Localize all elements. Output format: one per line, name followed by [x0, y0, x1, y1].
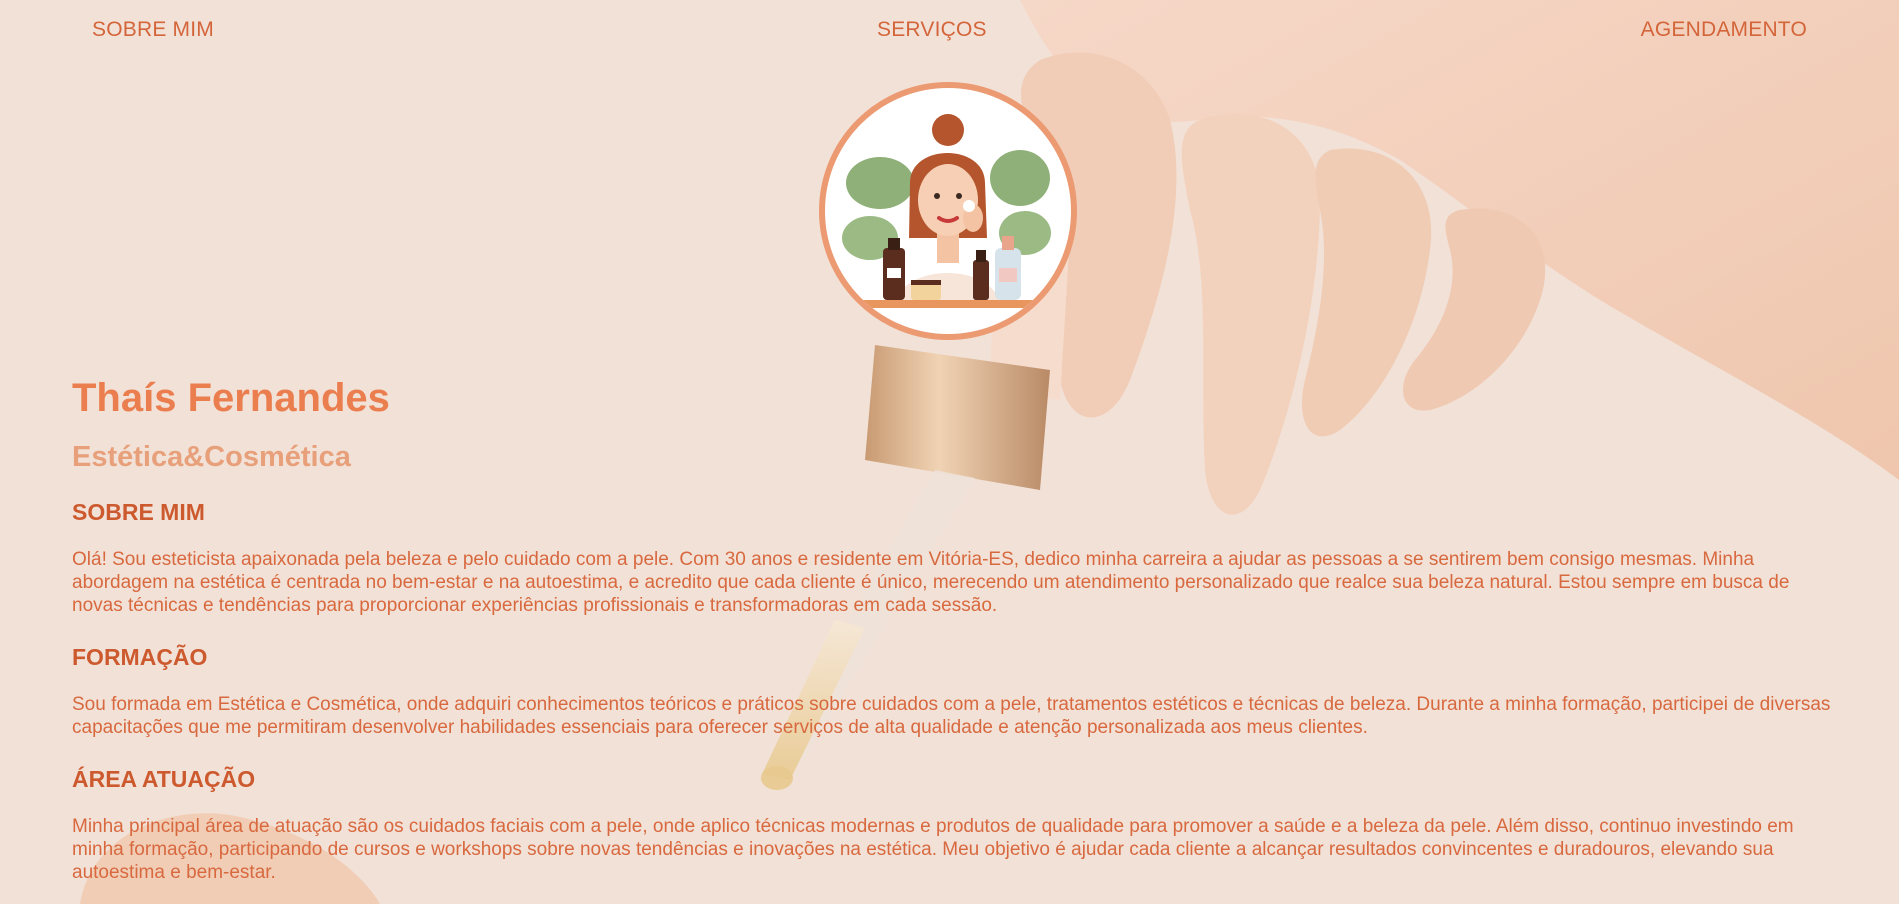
profile-subtitle: Estética&Cosmética [72, 441, 351, 473]
section-text-formacao: Sou formada em Estética e Cosmética, ond… [72, 694, 1831, 738]
nav-link-servicos[interactable]: SERVIÇOS [877, 18, 987, 42]
profile-content: Thaís Fernandes Estética&Cosmética SOBRE… [72, 372, 1832, 884]
profile-name: Thaís Fernandes [72, 376, 390, 420]
section-text-sobre-mim: Olá! Sou esteticista apaixonada pela bel… [72, 549, 1790, 616]
section-title-formacao: FORMAÇÃO [72, 644, 208, 670]
nav-link-sobre-mim[interactable]: SOBRE MIM [92, 18, 214, 42]
logo-avatar [819, 82, 1077, 340]
nav-link-agendamento[interactable]: AGENDAMENTO [1641, 18, 1807, 42]
esthetician-illustration-icon [842, 114, 1051, 308]
top-navigation: SOBRE MIM SERVIÇOS AGENDAMENTO [0, 0, 1899, 60]
section-title-sobre-mim: SOBRE MIM [72, 499, 205, 525]
section-text-area-atuacao: Minha principal área de atuação são os c… [72, 816, 1794, 883]
section-title-area-atuacao: ÁREA ATUAÇÃO [72, 766, 256, 792]
